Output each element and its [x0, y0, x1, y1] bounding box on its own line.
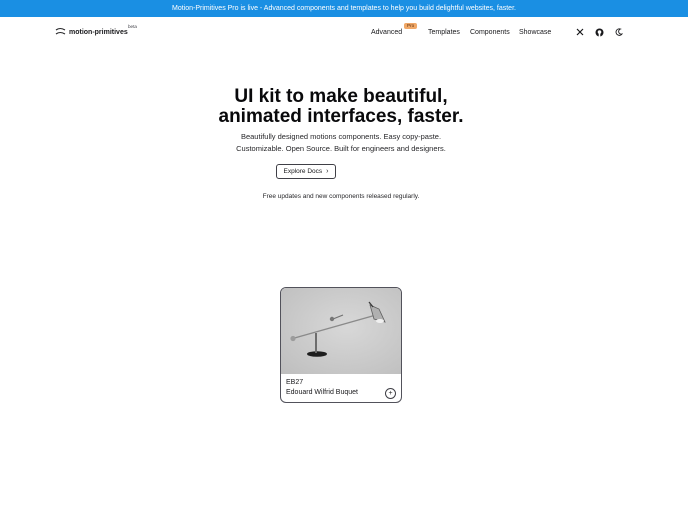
- lamp-illustration: [281, 288, 401, 374]
- hero-title-line-1: UI kit to make beautiful,: [234, 86, 448, 107]
- hero-subtitle-line-2: Customizable. Open Source. Built for eng…: [236, 144, 446, 153]
- updates-note: Free updates and new components released…: [262, 193, 420, 200]
- site-header: motion-primitives beta Advanced Pro Temp…: [0, 17, 688, 47]
- card-model: EB27: [286, 379, 304, 386]
- x-link[interactable]: [574, 26, 586, 38]
- expand-button[interactable]: +: [385, 388, 396, 399]
- theme-toggle[interactable]: [613, 26, 625, 38]
- announcement-text[interactable]: Motion-Primitives Pro is live - Advanced…: [172, 5, 516, 12]
- explore-docs-button[interactable]: Explore Docs ›: [276, 164, 336, 179]
- x-logo-icon: [576, 28, 584, 36]
- github-link[interactable]: [593, 26, 605, 38]
- card-designer: Edouard Wilfrid Buquet: [286, 389, 358, 396]
- nav-templates[interactable]: Templates: [428, 26, 460, 38]
- pro-badge: Pro: [404, 23, 418, 29]
- plus-icon: +: [388, 390, 393, 397]
- brand-name: motion-primitives: [69, 28, 128, 36]
- product-card[interactable]: EB27 Edouard Wilfrid Buquet +: [280, 287, 402, 403]
- moon-icon: [615, 28, 623, 36]
- github-icon: [595, 28, 603, 36]
- hero-title-line-2: animated interfaces, faster.: [218, 106, 464, 127]
- nav-components[interactable]: Components: [470, 26, 510, 38]
- hero-subtitle: Beautifully designed motions components.…: [0, 131, 682, 155]
- nav-advanced[interactable]: Advanced: [371, 26, 402, 38]
- chevron-right-icon: ›: [326, 168, 329, 175]
- hero-title: UI kit to make beautiful, animated inter…: [0, 87, 682, 127]
- explore-docs-label: Explore Docs: [283, 168, 323, 175]
- logo-icon: [55, 27, 66, 35]
- lamp-image: [281, 288, 401, 374]
- hero-subtitle-line-1: Beautifully designed motions components.…: [240, 132, 442, 141]
- nav-showcase[interactable]: Showcase: [519, 26, 551, 38]
- beta-label: beta: [128, 24, 137, 29]
- brand-link[interactable]: motion-primitives: [55, 26, 128, 38]
- announcement-banner[interactable]: Motion-Primitives Pro is live - Advanced…: [0, 0, 688, 17]
